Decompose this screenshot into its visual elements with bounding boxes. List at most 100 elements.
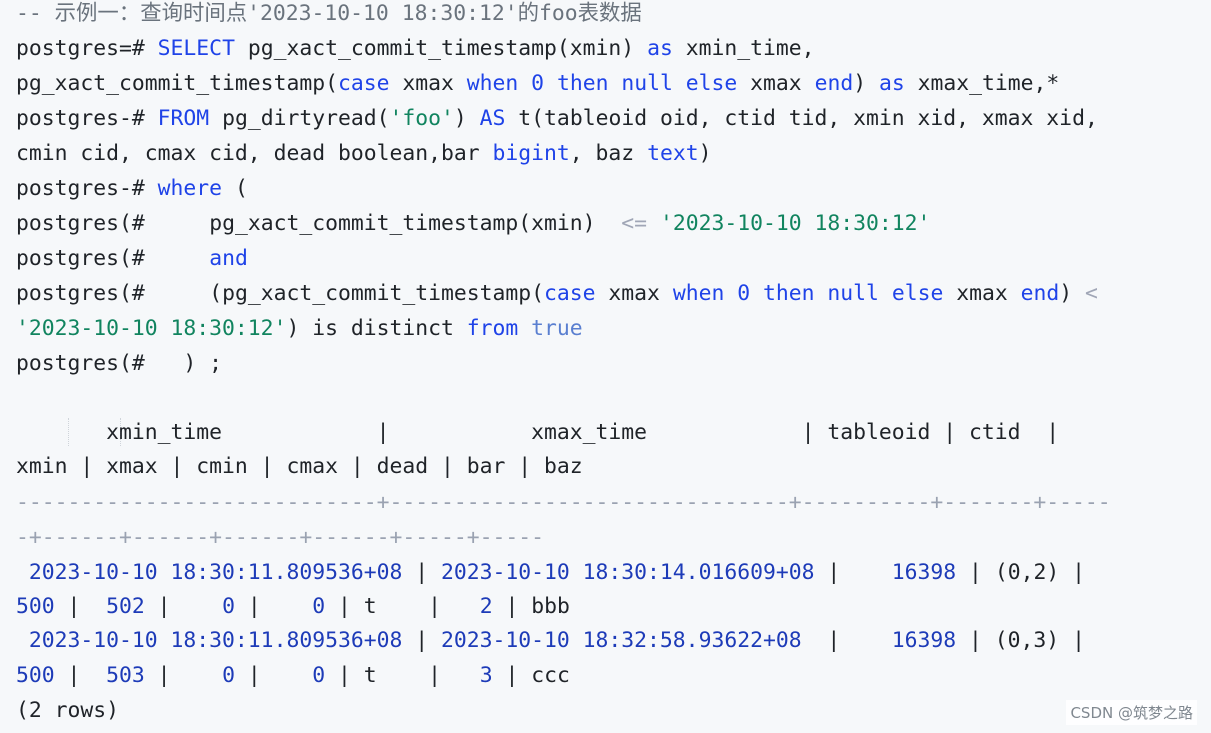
keyword-case: case <box>337 71 390 96</box>
sql-line-6: postgres(# pg_xact_commit_timestamp(xmin… <box>16 210 930 238</box>
cell-separator: | <box>376 594 480 619</box>
cell-xmin: 500 <box>16 594 55 619</box>
cell-dead: t <box>363 663 377 688</box>
string-literal: '2023-10-10 18:30:12' <box>659 211 931 236</box>
psql-prompt: postgres(# <box>16 281 210 306</box>
code-text: , baz <box>569 141 648 166</box>
result-header: xmin_time | xmax_time | tableoid | ctid … <box>16 420 1060 445</box>
cell-xmin: 500 <box>16 663 55 688</box>
code-text: ) <box>1059 281 1086 306</box>
sql-line-2: pg_xact_commit_timestamp(case xmax when … <box>16 70 1059 98</box>
result-row-2-line-2: 500 | 503 | 0 | 0 | t | 3 | ccc <box>16 662 570 690</box>
result-separator-line-1: ----------------------------+-----------… <box>16 489 1111 517</box>
keyword-when: when <box>466 71 519 96</box>
sql-line-9: '2023-10-10 18:30:12') is distinct from … <box>16 315 583 343</box>
keyword-else: else <box>891 281 944 306</box>
keyword-else: else <box>685 71 738 96</box>
sql-line-10: postgres(# ) ; <box>16 350 222 378</box>
code-text: xmax <box>943 281 1021 306</box>
cell-separator: | <box>325 594 364 619</box>
keyword-text: text <box>647 141 699 166</box>
code-text: xmax <box>737 71 815 96</box>
code-text: ) <box>453 106 480 131</box>
cell-separator: | <box>956 560 995 585</box>
cell-separator: | <box>402 628 441 653</box>
cell-xmax: 503 <box>106 663 145 688</box>
cell-separator: | <box>492 594 532 619</box>
code-text: ) is distinct <box>286 316 467 341</box>
code-text: pg_xact_commit_timestamp(xmin) <box>209 211 622 236</box>
code-text: cmin cid, cmax cid, dead boolean,bar <box>16 141 493 166</box>
cell-cmax: 0 <box>312 594 326 619</box>
sql-line-7: postgres(# and <box>16 245 248 273</box>
code-text: xmax_time,* <box>904 71 1060 96</box>
cell-xmax-time: 2023-10-10 18:32:58.93622+08 <box>441 628 802 653</box>
cell-cmax: 0 <box>312 663 326 688</box>
cell-separator: | <box>144 663 223 688</box>
keyword-select: SELECT <box>157 36 235 61</box>
keyword-end: end <box>814 71 854 96</box>
keyword-as: AS <box>479 106 506 131</box>
cell-tableoid: 16398 <box>891 628 957 653</box>
cell-separator: | <box>144 594 223 619</box>
code-text: (pg_xact_commit_timestamp( <box>209 281 545 306</box>
watermark: CSDN @筑梦之路 <box>1066 700 1197 725</box>
cell-bar: 2 <box>479 594 493 619</box>
cell-separator: | <box>814 560 892 585</box>
operator: < <box>1085 281 1098 306</box>
keyword-and: and <box>209 246 248 271</box>
code-text: t(tableoid oid, ctid tid, xmin xid, xmax… <box>505 106 1098 131</box>
sql-line-4: cmin cid, cmax cid, dead boolean,bar big… <box>16 140 711 168</box>
cell-separator: | <box>325 663 364 688</box>
code-text: ( <box>222 176 248 201</box>
keyword-bigint: bigint <box>492 141 570 166</box>
sql-comment: -- 示例一：查询时间点'2023-10-10 18:30:12'的foo表数据 <box>16 1 642 26</box>
psql-prompt: postgres(# <box>16 211 210 236</box>
cell-baz: bbb <box>531 594 570 619</box>
result-header-line-2: xmin | xmax | cmin | cmax | dead | bar |… <box>16 453 583 481</box>
result-header-line-1: xmin_time | xmax_time | tableoid | ctid … <box>16 419 1059 447</box>
result-separator: ----------------------------+-----------… <box>16 490 1111 515</box>
cell-tableoid: 16398 <box>891 560 957 585</box>
psql-prompt: postgres(# <box>16 246 210 271</box>
cell-separator: | <box>1059 560 1085 585</box>
sql-line-8: postgres(# (pg_xact_commit_timestamp(cas… <box>16 280 1098 308</box>
cell-bar: 3 <box>479 663 493 688</box>
code-text: xmax <box>595 281 673 306</box>
cell-xmax-time: 2023-10-10 18:30:14.016609+08 <box>441 560 815 585</box>
cell-separator: | <box>801 628 892 653</box>
cell-xmax: 502 <box>106 594 145 619</box>
cell-separator: | <box>1059 628 1085 653</box>
comment-line: -- 示例一：查询时间点'2023-10-10 18:30:12'的foo表数据 <box>16 0 642 28</box>
keyword-null: null <box>827 281 879 306</box>
result-header: xmin | xmax | cmin | cmax | dead | bar |… <box>16 454 583 479</box>
result-row-1-line-2: 500 | 502 | 0 | 0 | t | 2 | bbb <box>16 593 570 621</box>
keyword-then: then <box>556 71 609 96</box>
result-row-1-line-1: 2023-10-10 18:30:11.809536+08 | 2023-10-… <box>16 559 1085 587</box>
code-text: pg_xact_commit_timestamp( <box>16 71 338 96</box>
code-text: xmax <box>389 71 467 96</box>
cell-separator: | <box>492 663 532 688</box>
cell-separator: | <box>234 663 313 688</box>
keyword-from: FROM <box>157 106 210 131</box>
keyword-null: null <box>621 71 673 96</box>
row-count-line: (2 rows) <box>16 697 119 725</box>
cell-separator: | <box>956 628 995 653</box>
keyword-as: as <box>878 71 905 96</box>
cell-xmin-time: 2023-10-10 18:30:11.809536+08 <box>16 628 403 653</box>
cell-ctid: (0,2) <box>994 560 1060 585</box>
sql-line-1: postgres=# SELECT pg_xact_commit_timesta… <box>16 35 815 63</box>
psql-prompt: postgres=# <box>16 36 158 61</box>
psql-prompt: postgres-# <box>16 176 158 201</box>
keyword-where: where <box>157 176 223 201</box>
cell-cmin: 0 <box>222 594 235 619</box>
keyword-as: as <box>647 36 673 61</box>
number-literal: 0 <box>531 71 545 96</box>
sql-line-3: postgres-# FROM pg_dirtyread('foo') AS t… <box>16 105 1098 133</box>
cell-separator: | <box>54 594 107 619</box>
